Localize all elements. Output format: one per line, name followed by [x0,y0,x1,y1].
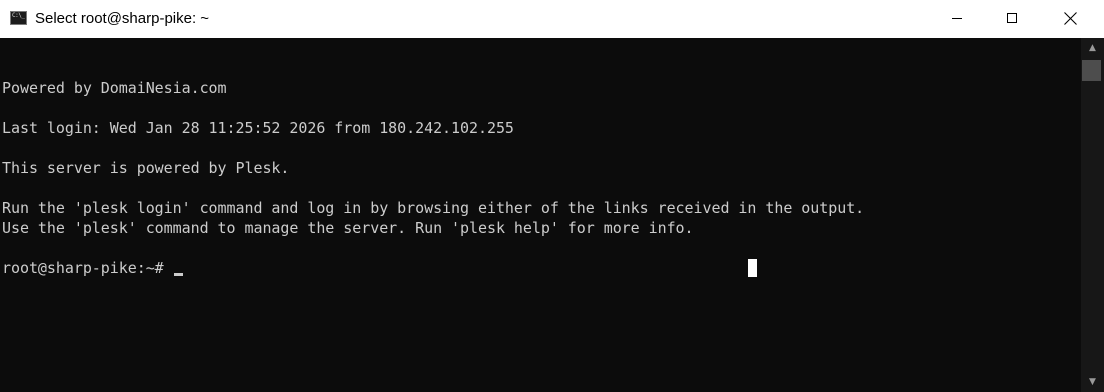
text-cursor [173,273,183,276]
terminal-output[interactable]: Powered by DomaiNesia.com Last login: We… [0,38,1081,392]
scroll-down-icon[interactable]: ▼ [1081,372,1104,392]
title-bar[interactable]: C:\_ Select root@sharp-pike: ~ [0,0,1104,38]
close-button[interactable] [1047,0,1093,38]
terminal-line: Run the 'plesk login' command and log in… [2,199,865,217]
minimize-button[interactable] [934,0,980,38]
command-prompt-line[interactable]: root@sharp-pike:~# [2,258,183,278]
minimize-icon [952,18,962,19]
terminal-line: Powered by DomaiNesia.com [2,79,227,97]
shell-prompt: root@sharp-pike:~# [2,259,173,277]
terminal-icon[interactable]: C:\_ [10,11,27,25]
close-icon [1064,12,1077,25]
terminal-window: C:\_ Select root@sharp-pike: ~ Powered b… [0,0,1104,392]
terminal-line: This server is powered by Plesk. [2,159,290,177]
mouse-text-cursor [748,259,757,277]
window-title: Select root@sharp-pike: ~ [35,10,210,27]
terminal-line: Use the 'plesk' command to manage the se… [2,219,694,237]
terminal-line: Last login: Wed Jan 28 11:25:52 2026 fro… [2,119,514,137]
maximize-icon [1007,13,1017,23]
scroll-thumb[interactable] [1082,60,1101,81]
maximize-button[interactable] [989,0,1035,38]
vertical-scrollbar[interactable]: ▲ ▼ [1081,38,1104,392]
scroll-up-icon[interactable]: ▲ [1081,38,1104,58]
